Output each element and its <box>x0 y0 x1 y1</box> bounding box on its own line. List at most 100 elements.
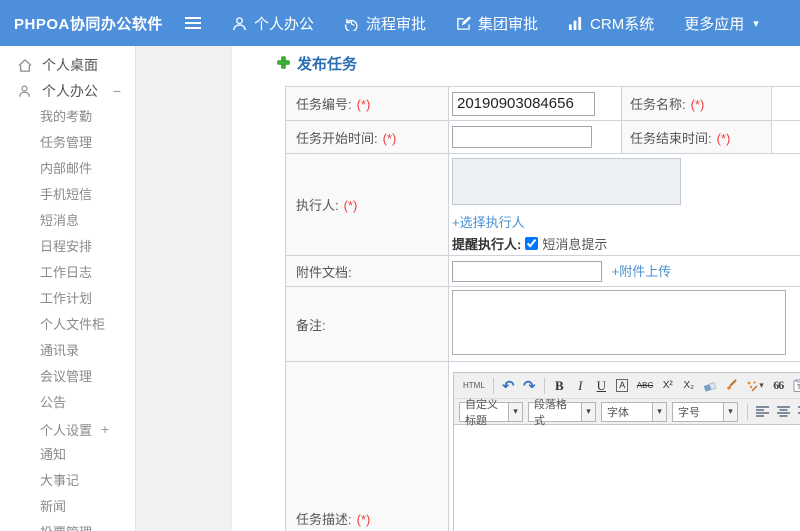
sidebar-item-work-log[interactable]: 工作日志 <box>0 260 135 286</box>
align-center-icon <box>777 406 790 417</box>
editor-toolbar-row2: 自定义标题 ▾ 段落格式 ▾ 字体 ▾ 字号 ▾ <box>454 399 800 427</box>
sidebar-item-milestones[interactable]: 大事记 <box>0 468 135 494</box>
task-no-label-cell: 任务编号: (*) <box>285 86 449 121</box>
nav-process-approval[interactable]: 流程审批 <box>344 13 426 34</box>
required-mark: (*) <box>356 511 371 527</box>
sidebar-item-contacts[interactable]: 通讯录 <box>0 338 135 364</box>
brush-icon <box>727 379 737 390</box>
sidebar-item-news[interactable]: 新闻 <box>0 494 135 520</box>
font-size-select[interactable]: 字号 ▾ <box>672 401 738 422</box>
sms-remind-checkbox[interactable] <box>525 237 539 250</box>
start-time-input[interactable] <box>452 126 592 148</box>
sidebar-item-announcement[interactable]: 公告 <box>0 390 135 416</box>
executor-label-cell: 执行人: (*) <box>285 153 449 256</box>
start-time-label-cell: 任务开始时间: (*) <box>285 120 449 154</box>
required-mark: (*) <box>343 198 358 213</box>
page-title: 发布任务 <box>297 55 358 73</box>
caret-down-icon: ▾ <box>508 402 522 421</box>
top-header: PHPOA协同办公软件 个人办公 流程审批 集团审批 CRM系统 更多应用 ▾ <box>0 0 800 46</box>
wand-icon <box>747 380 758 391</box>
expand-toggle-icon[interactable]: + <box>101 421 109 437</box>
sidebar-item-schedule[interactable]: 日程安排 <box>0 234 135 260</box>
remove-format-button[interactable] <box>700 376 720 396</box>
clipboard-icon: T <box>793 379 800 392</box>
bold-button[interactable]: B <box>550 376 569 396</box>
plus-icon <box>277 56 290 73</box>
caret-down-icon: ▾ <box>759 380 764 390</box>
editor-content-area[interactable] <box>454 425 800 531</box>
nav-more-apps[interactable]: 更多应用 ▾ <box>684 13 759 34</box>
superscript-button[interactable]: X² <box>658 376 677 396</box>
required-mark: (*) <box>716 130 731 146</box>
process-icon <box>344 16 359 31</box>
align-center-button[interactable] <box>774 402 793 422</box>
sidebar-item-meeting-management[interactable]: 会议管理 <box>0 364 135 390</box>
font-family-select[interactable]: 字体 ▾ <box>601 401 667 422</box>
home-icon <box>18 58 33 72</box>
remind-executor-label: 提醒执行人: <box>452 237 522 252</box>
attachment-input[interactable] <box>452 260 602 282</box>
sidebar-item-personal-desktop[interactable]: 个人桌面 <box>0 52 135 78</box>
quick-format-button[interactable]: ▾ <box>743 376 767 396</box>
nav-crm-system[interactable]: CRM系统 <box>568 13 654 34</box>
edit-icon <box>456 15 472 31</box>
caret-down-icon: ▾ <box>753 17 759 30</box>
redo-button[interactable]: ↷ <box>520 376 539 396</box>
rich-text-editor: HTML ↶ ↷ B I U A ABC X² X₂ ▾ 66 T 自定义标题 … <box>453 372 800 531</box>
strikethrough-button[interactable]: ABC <box>634 376 656 396</box>
sidebar-item-notice[interactable]: 通知 <box>0 442 135 468</box>
caret-down-icon: ▾ <box>723 402 737 421</box>
sidebar-item-personal-settings[interactable]: 个人设置 + <box>0 416 135 442</box>
sidebar: 个人桌面 个人办公 − 我的考勤 任务管理 内部邮件 手机短信 短消息 日程安排… <box>0 46 136 531</box>
task-name-label-cell: 任务名称: (*) <box>621 86 772 121</box>
caret-down-icon: ▾ <box>581 402 595 421</box>
custom-heading-select[interactable]: 自定义标题 ▾ <box>459 399 523 427</box>
select-executor-link[interactable]: +选择执行人 <box>452 215 525 230</box>
app-logo: PHPOA协同办公软件 <box>14 15 163 33</box>
nav-personal-office[interactable]: 个人办公 <box>232 13 314 34</box>
sidebar-item-short-message[interactable]: 短消息 <box>0 208 135 234</box>
align-left-button[interactable] <box>753 402 772 422</box>
align-right-button[interactable] <box>795 402 800 422</box>
sidebar-item-internal-mail[interactable]: 内部邮件 <box>0 156 135 182</box>
boxed-a-button[interactable]: A <box>613 376 632 396</box>
sidebar-item-my-attendance[interactable]: 我的考勤 <box>0 104 135 130</box>
align-left-icon <box>756 406 769 417</box>
sidebar-item-work-plan[interactable]: 工作计划 <box>0 286 135 312</box>
collapse-toggle-icon[interactable]: − <box>113 83 121 99</box>
end-time-label-cell: 任务结束时间: (*) <box>621 120 772 154</box>
undo-button[interactable]: ↶ <box>499 376 518 396</box>
hamburger-menu-icon[interactable] <box>176 17 210 29</box>
executor-textarea[interactable] <box>452 158 681 205</box>
source-code-button[interactable]: HTML <box>460 376 488 396</box>
italic-button[interactable]: I <box>571 376 590 396</box>
paste-as-text-button[interactable]: T <box>790 376 800 396</box>
format-painter-button[interactable] <box>722 376 741 396</box>
blockquote-button[interactable]: 66 <box>769 376 788 396</box>
nav-group-approval[interactable]: 集团审批 <box>456 13 538 34</box>
publish-task-form: 任务编号:(*) 任务名称:(*) 任务开始时间:(*) 任务结束时间 <box>285 86 800 531</box>
remark-textarea[interactable] <box>452 290 786 355</box>
required-mark: (*) <box>690 97 705 112</box>
underline-button[interactable]: U <box>592 376 611 396</box>
main-content: 发布任务 任务编号:(*) 任务名称:(*) 任务开始时间:(*) <box>232 46 800 531</box>
sidebar-item-clipped[interactable]: 投票管理 <box>0 520 135 531</box>
sidebar-item-task-management[interactable]: 任务管理 <box>0 130 135 156</box>
sidebar-item-mobile-sms[interactable]: 手机短信 <box>0 182 135 208</box>
sidebar-item-personal-files[interactable]: 个人文件柜 <box>0 312 135 338</box>
paragraph-format-select[interactable]: 段落格式 ▾ <box>528 399 596 427</box>
content-gutter <box>136 46 232 531</box>
subscript-button[interactable]: X₂ <box>679 376 698 396</box>
user-icon <box>232 16 247 31</box>
top-navigation: 个人办公 流程审批 集团审批 CRM系统 更多应用 ▾ <box>232 13 789 34</box>
attachment-upload-link[interactable]: +附件上传 <box>612 264 672 279</box>
sidebar-item-personal-office[interactable]: 个人办公 − <box>0 78 135 104</box>
user-icon <box>18 84 33 98</box>
attachment-label-cell: 附件文档: <box>285 255 449 287</box>
required-mark: (*) <box>382 130 397 146</box>
chart-icon <box>568 16 583 30</box>
sms-remind-label: 短消息提示 <box>542 237 608 252</box>
eraser-icon <box>703 381 717 392</box>
caret-down-icon: ▾ <box>652 402 666 421</box>
task-no-input[interactable] <box>452 91 595 116</box>
